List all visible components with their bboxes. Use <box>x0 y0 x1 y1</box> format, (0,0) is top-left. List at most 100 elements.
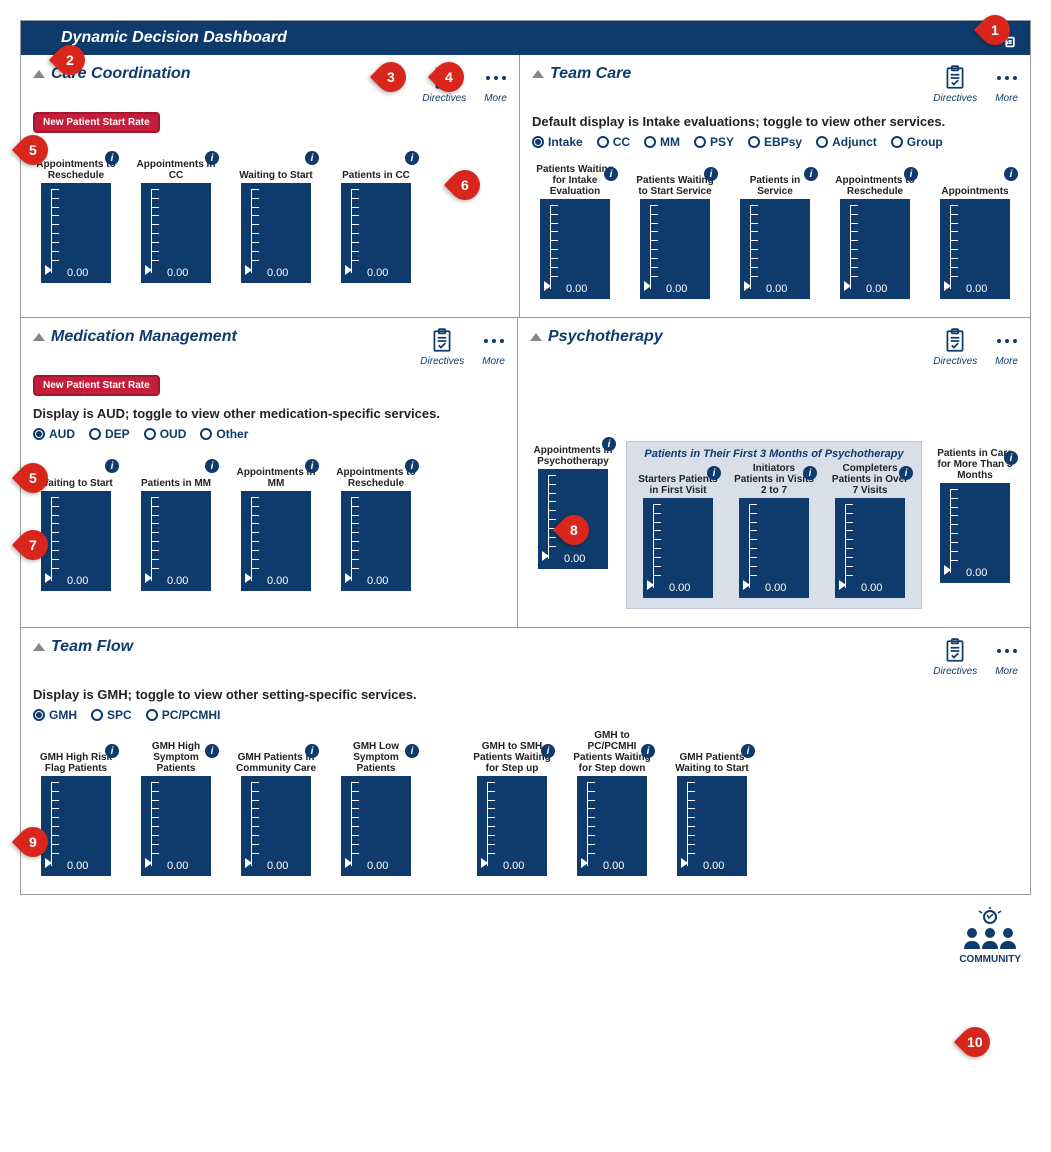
radio-label: DEP <box>105 427 130 441</box>
info-icon[interactable]: i <box>641 744 655 758</box>
more-button[interactable]: More <box>995 638 1018 677</box>
more-button[interactable]: More <box>995 328 1018 367</box>
gauge: Appointments in CCi0.00 <box>133 151 219 283</box>
radio-option[interactable]: DEP <box>89 427 130 441</box>
psy-highlight-title: Patients in Their First 3 Months of Psyc… <box>635 448 913 460</box>
panel-title-text: Psychotherapy <box>548 328 663 346</box>
info-icon[interactable]: i <box>205 459 219 473</box>
info-icon[interactable]: i <box>305 744 319 758</box>
radio-option[interactable]: Group <box>891 135 943 149</box>
gauge: GMH Patients Waiting to Starti0.00 <box>669 744 755 876</box>
more-button[interactable]: More <box>995 65 1018 104</box>
gauge: Completers Patients in Over 7 Visitsi0.0… <box>827 466 913 598</box>
info-icon[interactable]: i <box>405 459 419 473</box>
info-icon[interactable]: i <box>305 151 319 165</box>
radio-label: OUD <box>160 427 187 441</box>
gauge: GMH High Risk Flag Patientsi0.00 <box>33 744 119 876</box>
radio-option[interactable]: OUD <box>144 427 187 441</box>
collapse-toggle[interactable] <box>33 333 45 341</box>
info-icon[interactable]: i <box>803 466 817 480</box>
gauge-body: 0.00 <box>840 199 910 299</box>
info-icon[interactable]: i <box>405 151 419 165</box>
gauge-value: 0.00 <box>766 283 787 295</box>
radio-option[interactable]: PSY <box>694 135 734 149</box>
collapse-toggle[interactable] <box>33 70 45 78</box>
radio-option[interactable]: Intake <box>532 135 583 149</box>
gauge-value: 0.00 <box>503 860 524 872</box>
more-button[interactable]: More <box>484 65 507 104</box>
radio-circle-icon <box>644 136 656 148</box>
info-icon[interactable]: i <box>904 167 918 181</box>
psy-highlight-box: Patients in Their First 3 Months of Psyc… <box>626 441 922 609</box>
radio-circle-icon <box>200 428 212 440</box>
gauge-value: 0.00 <box>167 267 188 279</box>
radio-option[interactable]: PC/PCMHI <box>146 708 221 722</box>
gauge-body: 0.00 <box>739 498 809 598</box>
gauge-body: 0.00 <box>141 491 211 591</box>
info-icon[interactable]: i <box>541 744 555 758</box>
directives-button[interactable]: Directives <box>420 328 464 367</box>
radio-circle-icon <box>597 136 609 148</box>
gauge: Patients in MMi0.00 <box>133 459 219 591</box>
info-icon[interactable]: i <box>707 466 721 480</box>
directives-button[interactable]: Directives <box>933 65 977 104</box>
more-dots-icon <box>486 65 506 91</box>
directives-button[interactable]: Directives <box>933 328 977 367</box>
collapse-toggle[interactable] <box>33 643 45 651</box>
panel-team-care: Team Care Directives More Default displa… <box>520 55 1030 318</box>
radio-circle-icon <box>748 136 760 148</box>
radio-option[interactable]: MM <box>644 135 680 149</box>
radio-option[interactable]: Adjunct <box>816 135 877 149</box>
gauge-value: 0.00 <box>67 860 88 872</box>
directives-button[interactable]: Directives <box>422 65 466 104</box>
gauge: GMH Low Symptom Patientsi0.00 <box>333 744 419 876</box>
info-icon[interactable]: i <box>602 437 616 451</box>
more-dots-icon <box>484 328 504 354</box>
radio-option[interactable]: CC <box>597 135 630 149</box>
radio-option[interactable]: Other <box>200 427 248 441</box>
radio-option[interactable]: AUD <box>33 427 75 441</box>
info-icon[interactable]: i <box>405 744 419 758</box>
info-icon[interactable]: i <box>105 151 119 165</box>
radio-option[interactable]: SPC <box>91 708 132 722</box>
info-icon[interactable]: i <box>205 744 219 758</box>
info-icon[interactable]: i <box>105 459 119 473</box>
new-patient-start-rate-button[interactable]: New Patient Start Rate <box>33 112 160 133</box>
info-icon[interactable]: i <box>105 744 119 758</box>
community-button[interactable]: COMMUNITY <box>959 907 1021 965</box>
gauge-body: 0.00 <box>477 776 547 876</box>
collapse-toggle[interactable] <box>532 70 544 78</box>
info-icon[interactable]: i <box>1004 451 1018 465</box>
radio-option[interactable]: EBPsy <box>748 135 802 149</box>
radio-label: CC <box>613 135 630 149</box>
new-patient-start-rate-button[interactable]: New Patient Start Rate <box>33 375 160 396</box>
info-icon[interactable]: i <box>704 167 718 181</box>
gauge: Appointments in Psychotherapyi0.00 <box>530 437 616 569</box>
gauge-value: 0.00 <box>861 582 882 594</box>
radio-label: MM <box>660 135 680 149</box>
gauge-body: 0.00 <box>640 199 710 299</box>
radio-option[interactable]: GMH <box>33 708 77 722</box>
info-icon[interactable]: i <box>205 151 219 165</box>
info-icon[interactable]: i <box>1004 167 1018 181</box>
info-icon[interactable]: i <box>305 459 319 473</box>
collapse-toggle[interactable] <box>530 333 542 341</box>
gauge-body: 0.00 <box>41 183 111 283</box>
radio-label: PC/PCMHI <box>162 708 221 722</box>
radio-label: AUD <box>49 427 75 441</box>
gauge: Starters Patients in First Visiti0.00 <box>635 466 721 598</box>
gauge-value: 0.00 <box>267 267 288 279</box>
gauge-value: 0.00 <box>267 575 288 587</box>
gauge-body: 0.00 <box>740 199 810 299</box>
info-icon[interactable]: i <box>604 167 618 181</box>
radio-circle-icon <box>33 709 45 721</box>
more-button[interactable]: More <box>482 328 505 367</box>
gauge-value: 0.00 <box>367 575 388 587</box>
person-icon[interactable] <box>990 23 1016 54</box>
info-icon[interactable]: i <box>899 466 913 480</box>
directives-button[interactable]: Directives <box>933 638 977 677</box>
info-icon[interactable]: i <box>741 744 755 758</box>
info-icon[interactable]: i <box>804 167 818 181</box>
gauge-body: 0.00 <box>341 776 411 876</box>
gauge: Initiators Patients in Visits 2 to 7i0.0… <box>731 466 817 598</box>
